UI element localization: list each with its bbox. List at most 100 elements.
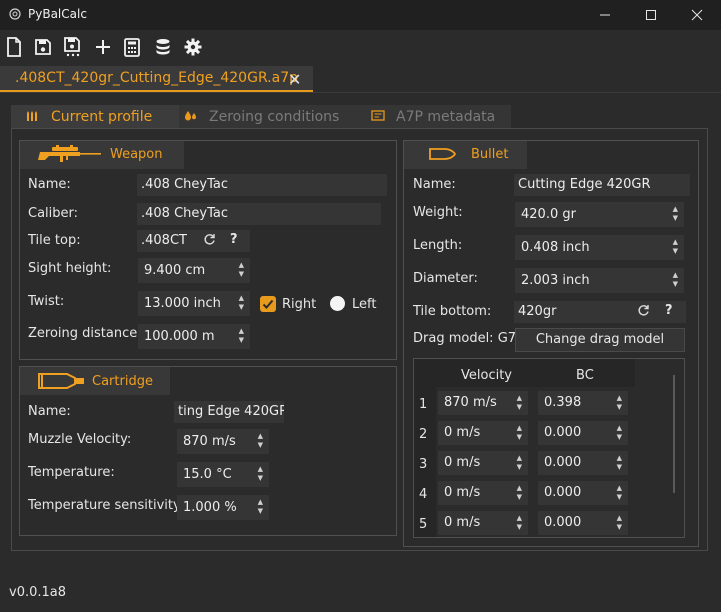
temperature-spinbox[interactable]: 15.0 °C ▲ ▼ xyxy=(177,462,269,487)
velocity-value: 0 m/s xyxy=(444,455,481,470)
table-velocity-cell[interactable]: 0 m/s ▲ ▼ xyxy=(438,451,528,475)
temperature-sensitivity-spinbox[interactable]: 1.000 % ▲ ▼ xyxy=(177,495,269,520)
table-bc-cell[interactable]: 0.398 ▲ ▼ xyxy=(538,391,628,415)
spin-arrows-icon[interactable]: ▲ ▼ xyxy=(517,484,522,502)
minimize-icon xyxy=(600,14,610,16)
maximize-button[interactable] xyxy=(628,0,674,30)
maximize-icon xyxy=(646,10,656,20)
table-bc-cell[interactable]: 0.000 ▲ ▼ xyxy=(538,511,628,535)
spin-arrows-icon[interactable]: ▲ ▼ xyxy=(239,261,244,279)
spin-arrows-icon[interactable]: ▲ ▼ xyxy=(258,465,263,483)
weight-value: 420.0 gr xyxy=(521,207,576,222)
weapon-group-title: Weapon xyxy=(110,147,163,162)
weapon-name-field[interactable]: .408 CheyTac xyxy=(137,174,387,196)
zeroing-distance-value: 100.000 m xyxy=(144,329,215,344)
new-file-icon[interactable] xyxy=(3,36,25,58)
spin-arrows-icon[interactable]: ▲ ▼ xyxy=(673,271,678,289)
spin-arrows-icon[interactable]: ▲ ▼ xyxy=(517,454,522,472)
bullet-icon xyxy=(428,148,457,164)
spin-arrows-icon[interactable]: ▲ ▼ xyxy=(258,498,263,516)
minimize-button[interactable] xyxy=(582,0,628,30)
refresh-icon[interactable] xyxy=(637,304,650,321)
bc-value: 0.000 xyxy=(544,515,582,530)
diameter-spinbox[interactable]: 2.003 inch ▲ ▼ xyxy=(515,268,684,293)
help-icon[interactable]: ? xyxy=(230,232,238,247)
bullet-name-label: Name: xyxy=(413,177,456,192)
table-bc-cell[interactable]: 0.000 ▲ ▼ xyxy=(538,451,628,475)
muzzle-velocity-spinbox[interactable]: 870 m/s ▲ ▼ xyxy=(177,429,269,454)
twist-right-checkbox[interactable] xyxy=(260,296,276,312)
spin-arrows-icon[interactable]: ▲ ▼ xyxy=(239,294,244,312)
bc-value: 0.000 xyxy=(544,485,582,500)
table-bc-cell[interactable]: 0.000 ▲ ▼ xyxy=(538,421,628,445)
change-drag-model-button[interactable]: Change drag model xyxy=(515,328,685,352)
table-velocity-cell[interactable]: 0 m/s ▲ ▼ xyxy=(438,511,528,535)
temperature-label: Temperature: xyxy=(28,465,115,480)
sight-height-spinbox[interactable]: 9.400 cm ▲ ▼ xyxy=(138,258,250,283)
cartridge-group-title: Cartridge xyxy=(92,374,153,389)
save-icon[interactable] xyxy=(32,36,54,58)
cartridge-icon xyxy=(36,372,86,394)
table-row-number: 2 xyxy=(419,427,428,442)
table-velocity-cell[interactable]: 870 m/s ▲ ▼ xyxy=(438,391,528,415)
weight-spinbox[interactable]: 420.0 gr ▲ ▼ xyxy=(515,202,684,227)
spin-arrows-icon[interactable]: ▲ ▼ xyxy=(673,205,678,223)
muzzle-velocity-value: 870 m/s xyxy=(183,434,236,449)
spin-arrows-icon[interactable]: ▲ ▼ xyxy=(617,424,622,442)
calculator-icon[interactable] xyxy=(121,36,143,58)
spin-arrows-icon[interactable]: ▲ ▼ xyxy=(617,454,622,472)
bc-value: 0.000 xyxy=(544,425,582,440)
save-as-icon[interactable] xyxy=(62,36,84,58)
muzzle-velocity-label: Muzzle Velocity: xyxy=(28,432,132,447)
document-tab-close-icon[interactable]: ✕ xyxy=(288,70,301,89)
tab-current-profile-label: Current profile xyxy=(51,109,153,125)
cartridge-name-field[interactable]: ting Edge 420GR xyxy=(174,401,284,423)
table-row-number: 5 xyxy=(419,517,428,532)
refresh-icon[interactable] xyxy=(203,233,216,250)
bullet-name-field[interactable]: Cutting Edge 420GR xyxy=(514,174,690,196)
table-row-number: 4 xyxy=(419,487,428,502)
bc-value: 0.398 xyxy=(544,395,582,410)
scrollbar[interactable] xyxy=(673,375,675,493)
help-icon[interactable]: ? xyxy=(665,303,673,318)
length-spinbox[interactable]: 0.408 inch ▲ ▼ xyxy=(515,235,684,260)
table-bc-cell[interactable]: 0.000 ▲ ▼ xyxy=(538,481,628,505)
document-tab-label: .408CT_420gr_Cutting_Edge_420GR.a7p xyxy=(15,70,298,86)
tile-bottom-field[interactable]: 420gr xyxy=(514,301,686,323)
length-label: Length: xyxy=(413,238,463,253)
cartridge-name-label: Name: xyxy=(28,404,71,419)
check-icon xyxy=(262,299,274,309)
table-velocity-cell[interactable]: 0 m/s ▲ ▼ xyxy=(438,421,528,445)
spin-arrows-icon[interactable]: ▲ ▼ xyxy=(258,432,263,450)
temperature-value: 15.0 °C xyxy=(183,467,232,482)
spin-arrows-icon[interactable]: ▲ ▼ xyxy=(617,394,622,412)
twist-left-label: Left xyxy=(352,297,377,312)
tab-zeroing-conditions-label: Zeroing conditions xyxy=(209,109,340,125)
change-drag-model-label: Change drag model xyxy=(535,332,665,347)
spin-arrows-icon[interactable]: ▲ ▼ xyxy=(617,514,622,532)
spin-arrows-icon[interactable]: ▲ ▼ xyxy=(239,327,244,345)
spin-arrows-icon[interactable]: ▲ ▼ xyxy=(617,484,622,502)
twist-left-radio[interactable] xyxy=(330,296,345,311)
caliber-field[interactable]: .408 CheyTac xyxy=(137,203,381,225)
tile-bottom-value: 420gr xyxy=(518,304,557,319)
twist-spinbox[interactable]: 13.000 inch ▲ ▼ xyxy=(138,291,250,316)
bullet-group-title: Bullet xyxy=(471,147,509,162)
add-icon[interactable] xyxy=(92,36,114,58)
table-velocity-cell[interactable]: 0 m/s ▲ ▼ xyxy=(438,481,528,505)
close-button[interactable] xyxy=(674,0,720,30)
zeroing-distance-spinbox[interactable]: 100.000 m ▲ ▼ xyxy=(138,324,250,349)
ammo-icon xyxy=(26,110,38,126)
database-icon[interactable] xyxy=(152,36,174,58)
spin-arrows-icon[interactable]: ▲ ▼ xyxy=(517,424,522,442)
window-title: PyBalCalc xyxy=(28,7,87,21)
spin-arrows-icon[interactable]: ▲ ▼ xyxy=(517,394,522,412)
velocity-value: 0 m/s xyxy=(444,485,481,500)
twist-label: Twist: xyxy=(28,294,65,309)
temperature-sensitivity-value: 1.000 % xyxy=(183,500,237,515)
spin-arrows-icon[interactable]: ▲ ▼ xyxy=(517,514,522,532)
settings-icon[interactable] xyxy=(182,36,204,58)
velocity-value: 0 m/s xyxy=(444,425,481,440)
spin-arrows-icon[interactable]: ▲ ▼ xyxy=(673,238,678,256)
bc-header: BC xyxy=(576,368,594,383)
